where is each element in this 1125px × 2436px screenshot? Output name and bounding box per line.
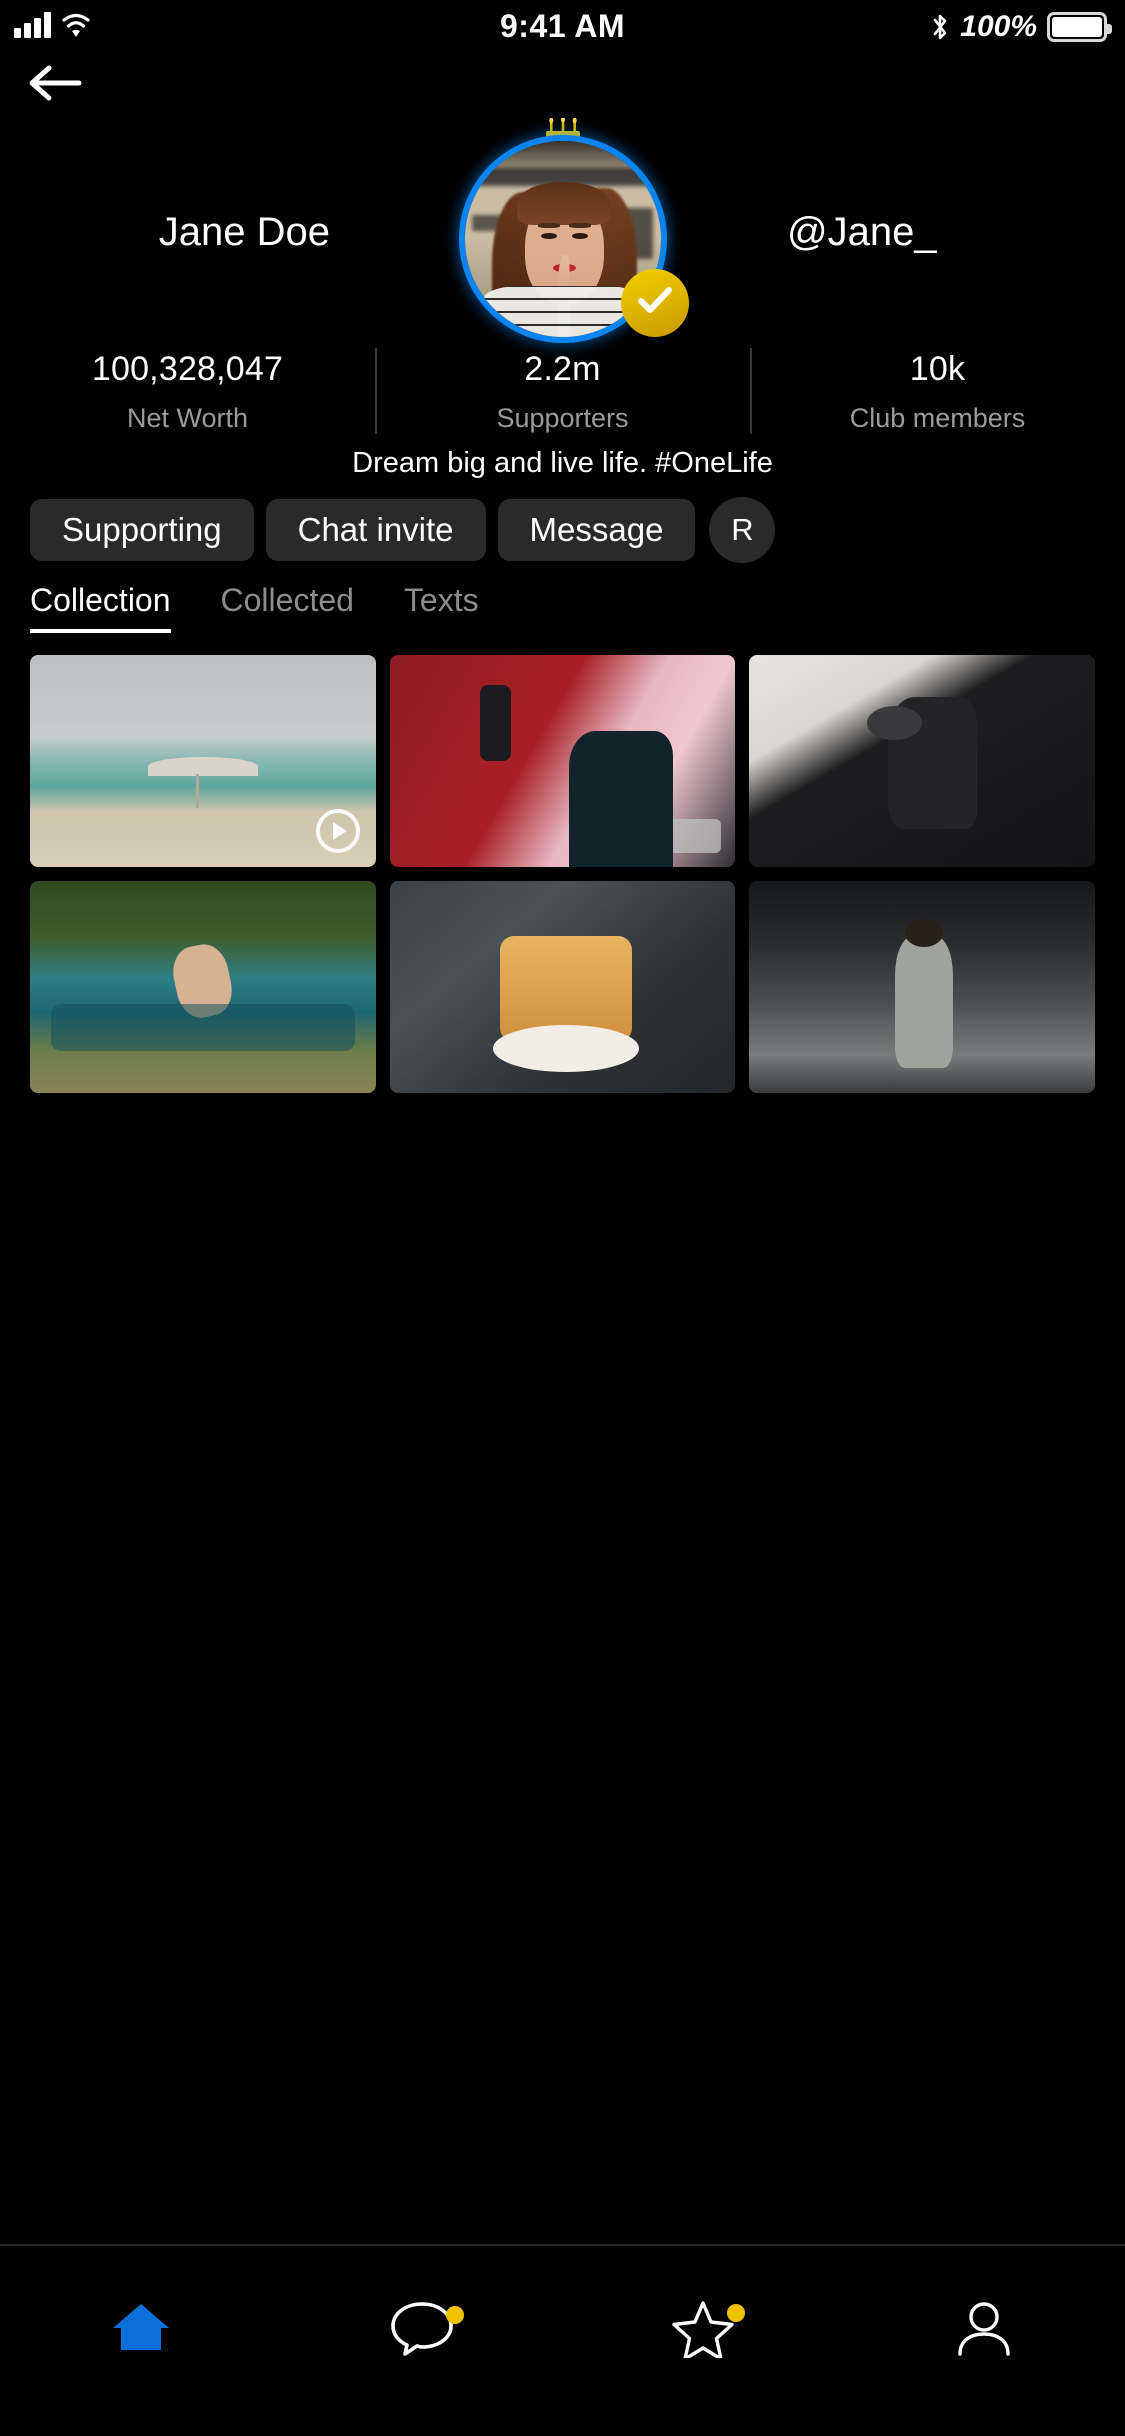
media-grid [30,655,1095,1093]
verified-check-icon [635,284,675,323]
grid-item[interactable] [30,881,376,1093]
nav-chat[interactable] [281,2298,562,2361]
play-icon [315,809,360,853]
chat-notification-dot [445,2306,464,2324]
profile-bio: Dream big and live life. #OneLife [352,447,773,479]
back-arrow-icon [27,63,83,108]
profile-person-icon [952,2298,1016,2363]
nav-favorites[interactable] [563,2298,844,2363]
stat-value: 10k [909,350,966,388]
message-button[interactable]: Message [497,499,696,561]
grid-item[interactable] [749,655,1095,867]
chat-invite-button[interactable]: Chat invite [265,499,486,561]
tab-collection[interactable]: Collection [30,582,199,633]
stat-label: Club members [849,403,1026,433]
verified-badge [620,269,689,337]
stat-net-worth[interactable]: 100,328,047 Net Worth [0,340,375,438]
battery-percent: 100% [960,10,1037,43]
chat-bubble-icon [389,2298,455,2361]
profile-header: Jane Doe @Jane_ [0,116,1125,348]
back-button[interactable] [24,56,86,114]
status-right-group: 100% [930,10,1112,44]
stat-supporters[interactable]: 2.2m Supporters [375,340,750,438]
action-buttons-row: Supporting Chat invite Message R [30,497,1125,563]
stat-label: Supporters [496,403,629,433]
more-actions-button[interactable]: R [709,497,776,563]
supporting-button[interactable]: Supporting [30,499,254,561]
nav-profile[interactable] [844,2298,1125,2363]
stat-value: 2.2m [524,350,601,388]
star-icon [671,2298,735,2363]
content-tabs: Collection Collected Texts [30,582,1125,633]
favorites-notification-dot [727,2304,746,2322]
status-bar: 9:41 AM 100% [0,0,1125,66]
nav-home[interactable] [0,2298,281,2361]
grid-item[interactable] [389,655,736,867]
bottom-navigation [0,2244,1125,2436]
stat-value: 100,328,047 [91,350,284,388]
grid-item[interactable] [389,881,736,1093]
stat-club-members[interactable]: 10k Club members [750,340,1125,438]
battery-icon [1047,12,1112,42]
profile-username: @Jane_ [787,210,937,254]
profile-name: Jane Doe [158,210,330,254]
bluetooth-icon [930,12,950,42]
tab-texts[interactable]: Texts [404,582,507,633]
avatar[interactable] [458,135,689,343]
stats-row: 100,328,047 Net Worth 2.2m Supporters 10… [0,340,1125,438]
video-icon [653,819,722,853]
tab-collected[interactable]: Collected [221,582,382,633]
profile-screen: 9:41 AM 100% Jane Doe @Jane_ 100,328,047… [0,0,1125,2436]
stat-label: Net Worth [126,403,249,433]
grid-item[interactable] [30,655,376,867]
grid-item[interactable] [749,881,1095,1093]
home-icon [109,2298,173,2361]
